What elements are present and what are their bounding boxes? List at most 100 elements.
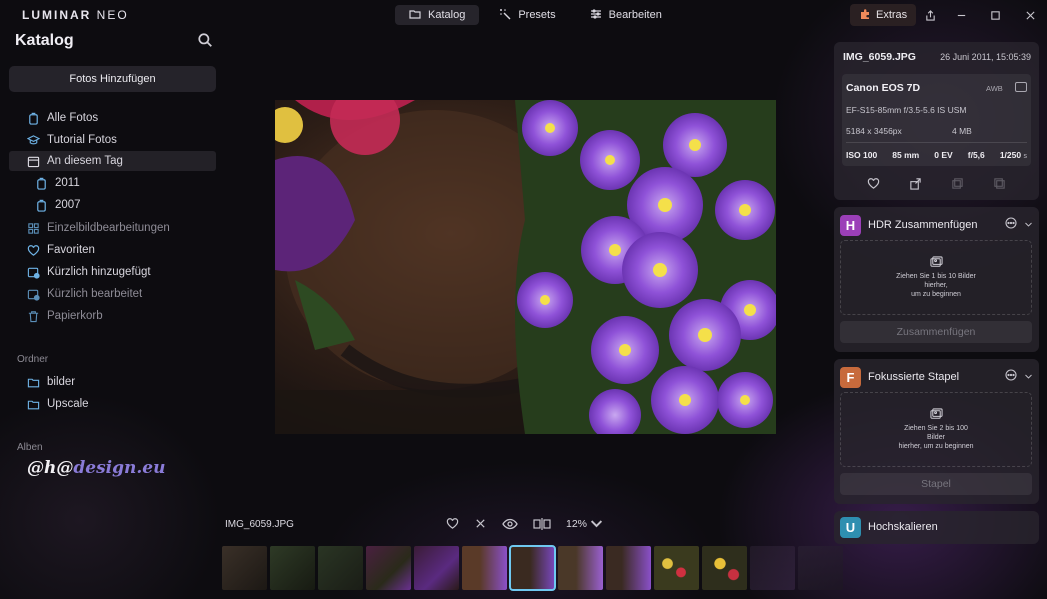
watermark-text: @h@design.eu	[27, 458, 166, 478]
collapse-button[interactable]	[1024, 216, 1033, 234]
paste-icon	[994, 178, 1006, 189]
recent-edited-icon	[26, 287, 40, 301]
sidebar-item-2011[interactable]: 2011	[9, 173, 216, 193]
extras-button[interactable]: Extras	[850, 4, 917, 26]
compare-icon	[533, 517, 551, 530]
stack-button[interactable]: Stapel	[840, 473, 1032, 495]
filmstrip-thumbnail[interactable]	[654, 546, 699, 590]
sidebar-item-label: Kürzlich hinzugefügt	[47, 266, 151, 278]
info-date: 26 Juni 2011, 15:05:39	[940, 52, 1031, 62]
filmstrip-thumbnail[interactable]	[606, 546, 651, 590]
reject-button[interactable]	[474, 517, 487, 530]
puzzle-icon	[859, 8, 871, 23]
tab-label: Katalog	[428, 9, 466, 21]
filmstrip-thumbnail[interactable]	[222, 546, 267, 590]
collapse-button[interactable]	[1024, 368, 1033, 386]
sidebar-folder-bilder[interactable]: bilder	[9, 372, 216, 392]
folders-section-label: Ordner	[17, 354, 49, 365]
filmstrip-thumbnail[interactable]	[750, 546, 795, 590]
dropzone-line: Ziehen Sie 2 bis 100	[904, 425, 968, 432]
file-size: 4 MB	[952, 126, 972, 136]
sidebar-item-label: 2007	[55, 199, 81, 211]
sidebar-item-2007[interactable]: 2007	[9, 195, 216, 215]
sidebar-item-einzelbildbearbeitungen[interactable]: Einzelbildbearbeitungen	[9, 218, 216, 238]
tab-label: Presets	[518, 9, 556, 21]
minimize-icon	[957, 14, 965, 16]
photo-preview[interactable]	[275, 100, 776, 434]
sidebar-item-an-diesem-tag[interactable]: An diesem Tag	[9, 151, 216, 171]
focus-badge: F	[840, 366, 861, 388]
favorite-button[interactable]	[867, 177, 880, 195]
share-button[interactable]	[920, 5, 940, 25]
dropzone-line: hierher,	[924, 282, 948, 289]
compare-button[interactable]	[533, 517, 551, 530]
add-photos-button[interactable]: Fotos Hinzufügen	[9, 66, 216, 92]
zoom-value: 12%	[566, 517, 588, 530]
divider	[846, 142, 1027, 143]
filmstrip-thumbnail-selected[interactable]	[509, 545, 556, 591]
filmstrip-thumbnail[interactable]	[366, 546, 411, 590]
upscale-panel[interactable]: U Hochskalieren	[834, 511, 1039, 544]
top-navigation: Katalog Presets Bearbeiten	[395, 5, 676, 25]
sidebar-item-label: Einzelbildbearbeitungen	[47, 222, 170, 234]
filmstrip-thumbnail[interactable]	[318, 546, 363, 590]
sidebar-item-tutorial-fotos[interactable]: Tutorial Fotos	[9, 130, 216, 150]
focus-dropzone[interactable]: Ziehen Sie 2 bis 100 Bilder hierher, um …	[840, 392, 1032, 467]
filmstrip-thumbnail[interactable]	[798, 546, 843, 590]
copy-icon	[952, 178, 963, 189]
sidebar-item-alle-fotos[interactable]: Alle Fotos	[9, 108, 216, 128]
aperture: f/5,6	[967, 150, 985, 160]
tool-name: Fokussierte Stapel	[868, 371, 960, 383]
chevron-down-icon	[1025, 222, 1032, 227]
export-button[interactable]	[909, 177, 922, 195]
sidebar-folder-upscale[interactable]: Upscale	[9, 394, 216, 414]
white-balance: AWB	[986, 84, 1003, 93]
photos-icon	[26, 111, 40, 125]
minimize-button[interactable]	[951, 5, 971, 25]
sidebar-item-favoriten[interactable]: Favoriten	[9, 240, 216, 260]
tab-presets[interactable]: Presets	[485, 5, 569, 25]
filmstrip-thumbnail[interactable]	[414, 546, 459, 590]
extras-label: Extras	[876, 9, 908, 21]
lens-icon	[1015, 82, 1027, 92]
favorite-button[interactable]	[446, 517, 459, 530]
heart-icon	[26, 243, 40, 257]
sidebar: Katalog Fotos Hinzufügen Alle Fotos Tuto…	[0, 30, 222, 599]
dropzone-line: hierher, um zu beginnen	[898, 443, 974, 450]
sidebar-item-kuerzlich-hinzugefuegt[interactable]: Kürzlich hinzugefügt	[9, 262, 216, 282]
folder-icon	[26, 375, 40, 389]
exif-box: Canon EOS 7D AWB EF-S15-85mm f/3.5-5.6 I…	[842, 74, 1031, 166]
sidebar-item-label: An diesem Tag	[47, 155, 123, 167]
search-button[interactable]	[197, 32, 213, 48]
more-options-button[interactable]	[1005, 216, 1017, 234]
info-actions	[834, 177, 1039, 195]
paste-button[interactable]	[993, 177, 1006, 195]
info-filename: IMG_6059.JPG	[843, 51, 916, 63]
dropzone-line: Bilder	[927, 434, 945, 441]
images-icon	[929, 408, 943, 419]
merge-button[interactable]: Zusammenfügen	[840, 321, 1032, 343]
close-button[interactable]	[1020, 5, 1040, 25]
maximize-button[interactable]	[985, 5, 1005, 25]
images-icon	[929, 256, 943, 267]
upscale-badge: U	[840, 516, 861, 538]
sidebar-item-label: 2011	[55, 177, 80, 189]
filmstrip-thumbnail[interactable]	[558, 546, 603, 590]
sidebar-item-label: bilder	[47, 376, 76, 388]
tab-katalog[interactable]: Katalog	[395, 5, 480, 25]
trash-icon	[26, 309, 40, 323]
tab-bearbeiten[interactable]: Bearbeiten	[576, 5, 676, 25]
copy-button[interactable]	[951, 177, 964, 195]
hdr-merge-panel: H HDR Zusammenfügen Ziehen Sie 1 bis 10 …	[834, 207, 1039, 352]
preview-toggle-button[interactable]	[502, 517, 518, 530]
sidebar-item-kuerzlich-bearbeitet[interactable]: Kürzlich bearbeitet	[9, 284, 216, 304]
zoom-dropdown[interactable]: 12%	[566, 517, 603, 530]
exposure-value: 0 EV	[934, 150, 953, 160]
close-icon	[1025, 10, 1035, 20]
more-options-button[interactable]	[1005, 368, 1017, 386]
filmstrip-thumbnail[interactable]	[702, 546, 747, 590]
filmstrip-thumbnail[interactable]	[462, 546, 507, 590]
filmstrip-thumbnail[interactable]	[270, 546, 315, 590]
sidebar-item-papierkorb[interactable]: Papierkorb	[9, 306, 216, 326]
hdr-dropzone[interactable]: Ziehen Sie 1 bis 10 Bilder hierher, um z…	[840, 240, 1032, 315]
